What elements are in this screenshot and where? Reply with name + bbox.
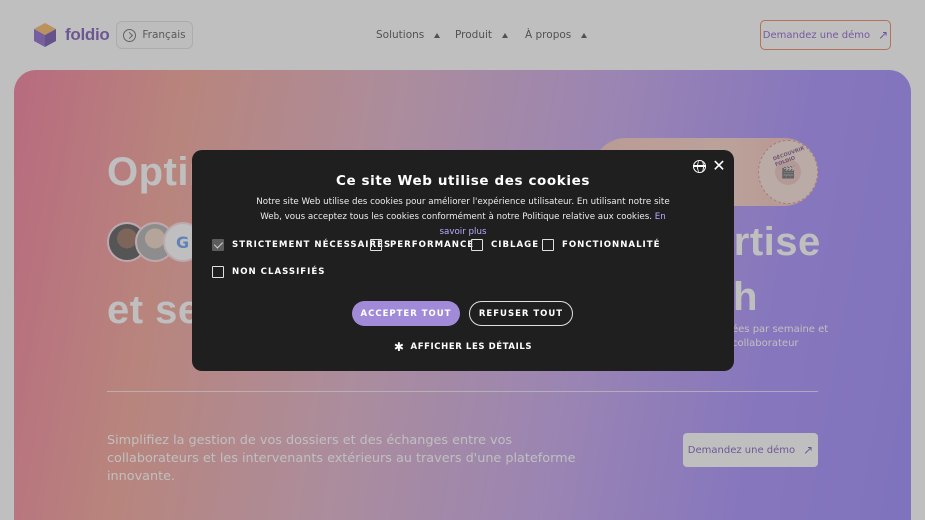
checkbox-unchecked-icon[interactable] <box>370 239 382 251</box>
checkbox-unclassified[interactable]: NON CLASSIFIÉS <box>212 266 325 278</box>
checkbox-unchecked-icon[interactable] <box>542 239 554 251</box>
checkbox-unchecked-icon[interactable] <box>471 239 483 251</box>
checkbox-label: PERFORMANCE <box>390 240 475 250</box>
checkbox-label: NON CLASSIFIÉS <box>232 267 326 277</box>
checkbox-functionality[interactable]: FONCTIONNALITÉ <box>542 239 660 251</box>
checkbox-unchecked-icon[interactable] <box>212 266 224 278</box>
close-icon[interactable]: ✕ <box>711 158 727 174</box>
checkbox-performance[interactable]: PERFORMANCE <box>370 239 474 251</box>
cookie-consent-dialog: ✕ Ce site Web utilise des cookies Notre … <box>192 150 734 371</box>
refuse-all-button[interactable]: REFUSER TOUT <box>469 301 573 326</box>
checkbox-label: CIBLAGE <box>491 240 540 250</box>
accept-all-button[interactable]: ACCEPTER TOUT <box>352 301 460 326</box>
checkbox-checked-icon[interactable] <box>212 239 224 251</box>
gear-icon: ✱ <box>393 340 405 354</box>
checkbox-strictly-necessary[interactable]: STRICTEMENT NÉCESSAIRES <box>212 239 391 251</box>
checkbox-targeting[interactable]: CIBLAGE <box>471 239 539 251</box>
cookie-body-text: Notre site Web utilise des cookies pour … <box>256 197 670 222</box>
show-details-label: AFFICHER LES DÉTAILS <box>410 342 533 352</box>
globe-icon[interactable] <box>693 159 706 173</box>
show-details-toggle[interactable]: ✱ AFFICHER LES DÉTAILS <box>192 341 734 353</box>
checkbox-label: FONCTIONNALITÉ <box>562 240 661 250</box>
checkbox-label: STRICTEMENT NÉCESSAIRES <box>232 240 392 250</box>
cookie-title: Ce site Web utilise des cookies <box>335 173 590 189</box>
cookie-body: Notre site Web utilise des cookies pour … <box>252 195 674 240</box>
